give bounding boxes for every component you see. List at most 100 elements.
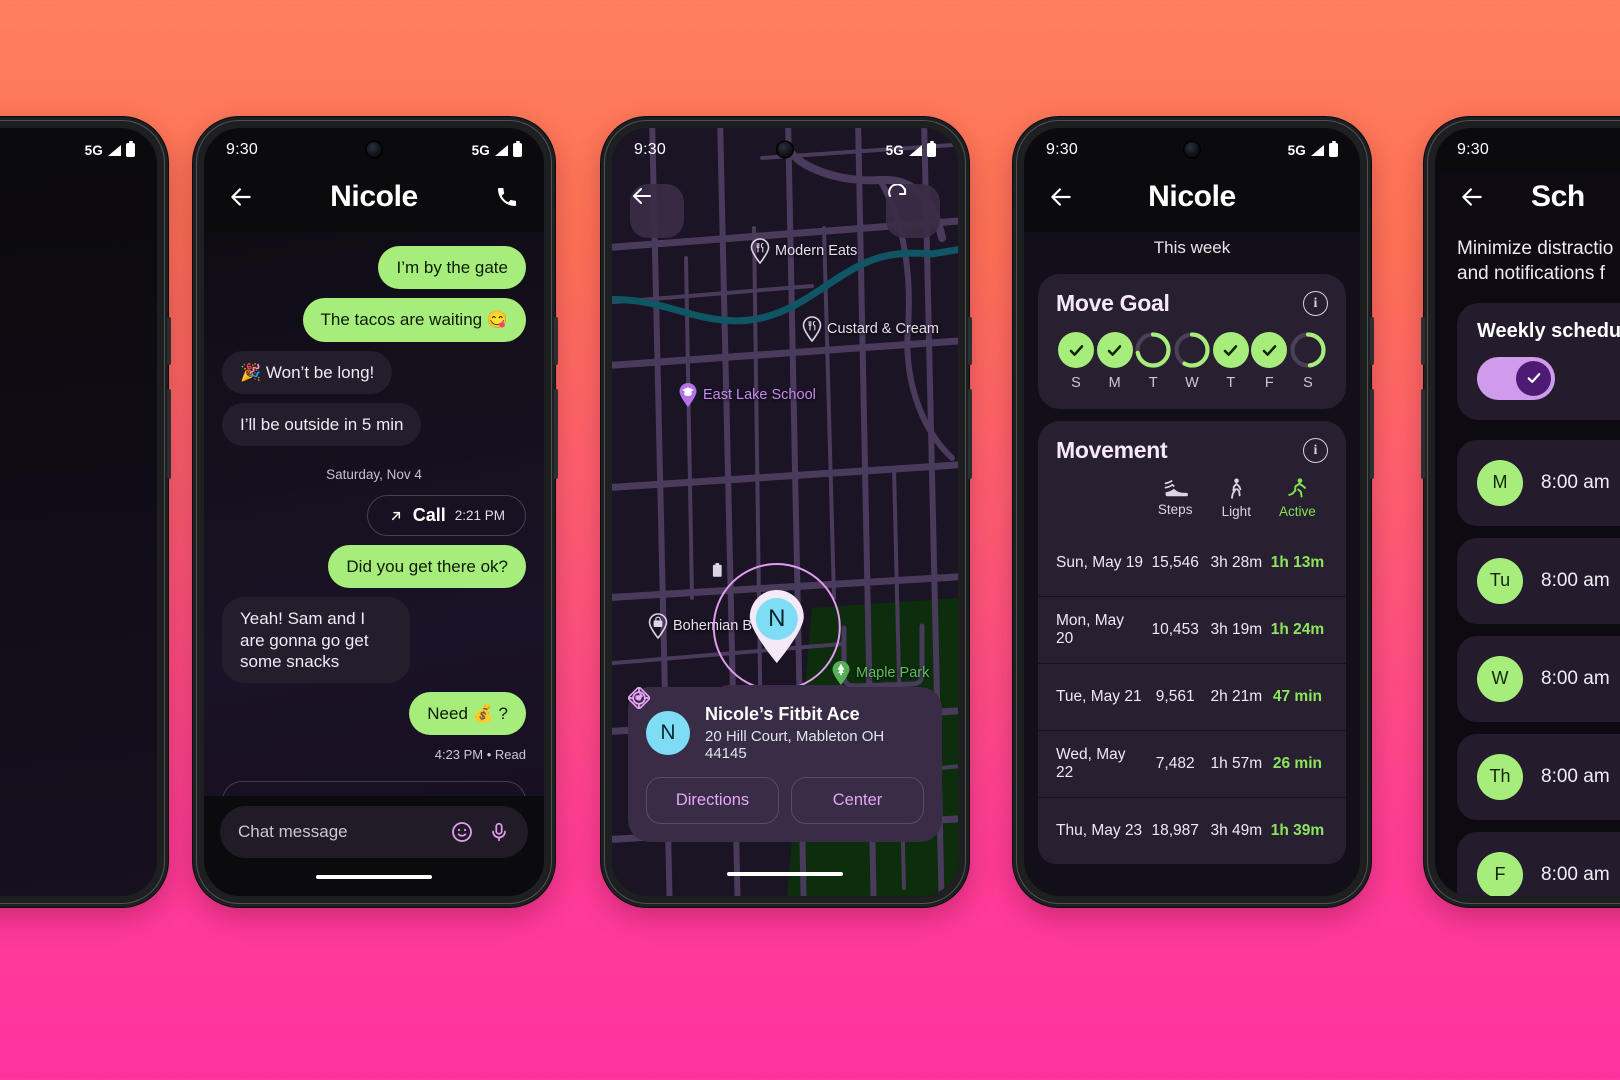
fitness-body[interactable]: This week Move Goal i S M T W T F S Movement i	[1024, 232, 1360, 896]
schedule-body[interactable]: Sch Minimize distractio and notification…	[1435, 172, 1620, 896]
schedule-day-row[interactable]: W 8:00 am	[1457, 635, 1620, 722]
table-row[interactable]: Wed, May 22 7,482 1h 57m 26 min	[1038, 730, 1346, 797]
map-poi[interactable]: Custard & Cream	[802, 316, 939, 342]
device-info-sheet: N Nicole’s Fitbit Ace 20 Hill Court, Mab…	[628, 687, 942, 842]
signal-icon	[1311, 144, 1324, 156]
battery-icon	[927, 140, 936, 157]
pin-shape	[679, 382, 697, 407]
weekly-schedule-card: Weekly schedule	[1457, 302, 1620, 420]
row-steps: 18,987	[1151, 822, 1199, 839]
center-button[interactable]: Center	[628, 687, 924, 824]
volume-button[interactable]	[968, 317, 972, 365]
map-poi[interactable]: East Lake School	[678, 382, 816, 408]
signal-icon	[909, 144, 922, 156]
volume-button[interactable]	[167, 317, 171, 365]
table-row[interactable]: Mon, May 20 10,453 3h 19m 1h 24m	[1038, 596, 1346, 663]
map-refresh-button[interactable]	[886, 184, 940, 238]
info-icon[interactable]: i	[1303, 291, 1328, 316]
back-button[interactable]	[1455, 180, 1489, 214]
day-badge: W	[1477, 655, 1523, 702]
network-label: 5G	[885, 142, 904, 158]
move-goal-day[interactable]: S	[1058, 332, 1094, 391]
move-goal-day[interactable]: T	[1212, 332, 1249, 391]
row-active: 26 min	[1272, 755, 1322, 772]
check-icon	[1069, 344, 1083, 356]
restaurant-icon	[750, 238, 770, 264]
table-row[interactable]: Tue, May 21 9,561 2h 21m 47 min	[1038, 663, 1346, 730]
fitness-app-bar-wrap: Nicole	[1024, 172, 1360, 232]
message-thread[interactable]: I’m by the gate The tacos are waiting 😋 …	[204, 232, 544, 796]
move-goal-header: Move Goal i	[1056, 290, 1328, 317]
row-light: 1h 57m	[1210, 755, 1263, 772]
refresh-icon	[888, 184, 907, 197]
move-goal-day[interactable]: T	[1135, 332, 1171, 391]
row-steps: 7,482	[1155, 755, 1195, 772]
schedule-day-list[interactable]: M 8:00 am Tu 8:00 am W 8:00 am Th 8:00 am F8…	[1435, 439, 1620, 896]
composer-bar[interactable]: Chat message	[220, 806, 528, 858]
schedule-day-row[interactable]: M 8:00 am	[1457, 439, 1620, 526]
status-indicators: 5G	[1288, 140, 1338, 158]
back-button[interactable]	[1044, 180, 1078, 214]
row-steps: 10,453	[1151, 621, 1199, 638]
move-goal-day[interactable]: W	[1174, 332, 1210, 391]
schedule-day-row[interactable]: Th 8:00 am	[1457, 733, 1620, 820]
row-active: 1h 24m	[1270, 621, 1325, 638]
day-time: 8:00 am	[1541, 765, 1610, 787]
message-bubble: Did you get there ok?	[328, 545, 526, 589]
directions-button[interactable]: Directions	[628, 687, 779, 824]
microphone-icon[interactable]	[488, 821, 510, 843]
goal-day-letter: S	[1303, 375, 1313, 391]
power-button[interactable]	[554, 389, 558, 479]
goal-ring-complete	[1096, 332, 1133, 368]
row-steps: 9,561	[1155, 688, 1195, 705]
schedule-day-row[interactable]: F 8:00 am	[1457, 831, 1620, 896]
page-title: Sch	[1531, 180, 1585, 213]
weekly-schedule-toggle[interactable]	[1477, 356, 1555, 400]
call-button[interactable]	[490, 180, 524, 214]
power-button[interactable]	[968, 389, 972, 479]
move-goal-day[interactable]: M	[1096, 332, 1133, 391]
map-back-button[interactable]	[630, 184, 684, 238]
location-pin: N	[747, 590, 807, 664]
voice-note-card[interactable]: 00:10	[222, 781, 526, 796]
chat-input[interactable]: Chat message	[238, 822, 436, 842]
info-icon[interactable]: i	[1303, 438, 1328, 463]
home-indicator[interactable]	[316, 875, 432, 879]
message-bubble: I’m by the gate	[378, 246, 526, 290]
power-button[interactable]	[1370, 389, 1374, 479]
status-time: 9:30	[1046, 141, 1078, 158]
battery-icon	[1329, 140, 1338, 157]
back-button[interactable]	[224, 180, 258, 214]
school-icon	[678, 382, 698, 408]
day-time: 8:00 am	[1541, 667, 1610, 689]
power-button[interactable]	[1421, 389, 1425, 479]
goal-ring-partial	[1290, 332, 1326, 368]
volume-button[interactable]	[1370, 317, 1374, 365]
power-button[interactable]	[167, 389, 171, 479]
check-icon	[1107, 344, 1122, 356]
goal-ring-complete	[1212, 332, 1249, 368]
map-canvas[interactable]: 9:30 5G Modern Eats Custard & Cream East…	[612, 128, 958, 896]
volume-button[interactable]	[554, 317, 558, 365]
table-row[interactable]: Thu, May 23 18,987 3h 49m 1h 39m	[1038, 797, 1346, 864]
week-label: This week	[1153, 238, 1231, 257]
call-body: le eaker	[0, 172, 157, 896]
move-goal-day[interactable]: F	[1251, 332, 1288, 391]
movement-rows[interactable]: Sun, May 19 15,546 3h 28m 1h 13m Mon, May 20…	[1038, 529, 1346, 864]
map-poi[interactable]: Modern Eats	[750, 238, 857, 264]
move-goal-day[interactable]: S	[1290, 332, 1326, 391]
back-arrow-icon	[231, 188, 251, 206]
front-camera	[366, 142, 382, 157]
table-row[interactable]: Sun, May 19 15,546 3h 28m 1h 13m	[1038, 529, 1346, 596]
call-log-chip[interactable]: Call 2:21 PM	[366, 495, 526, 536]
schedule-day-row[interactable]: Tu 8:00 am	[1457, 537, 1620, 624]
volume-button[interactable]	[1421, 317, 1425, 365]
home-indicator[interactable]	[727, 872, 843, 876]
call-chip-label: Call	[412, 505, 446, 525]
row-active: 1h 13m	[1270, 553, 1325, 571]
row-day: Mon, May 20	[1056, 612, 1125, 647]
status-time: 9:30	[634, 141, 666, 158]
avatar: N	[646, 711, 690, 755]
goal-day-letter: T	[1226, 375, 1236, 391]
emoji-smiley-icon[interactable]	[450, 820, 474, 844]
